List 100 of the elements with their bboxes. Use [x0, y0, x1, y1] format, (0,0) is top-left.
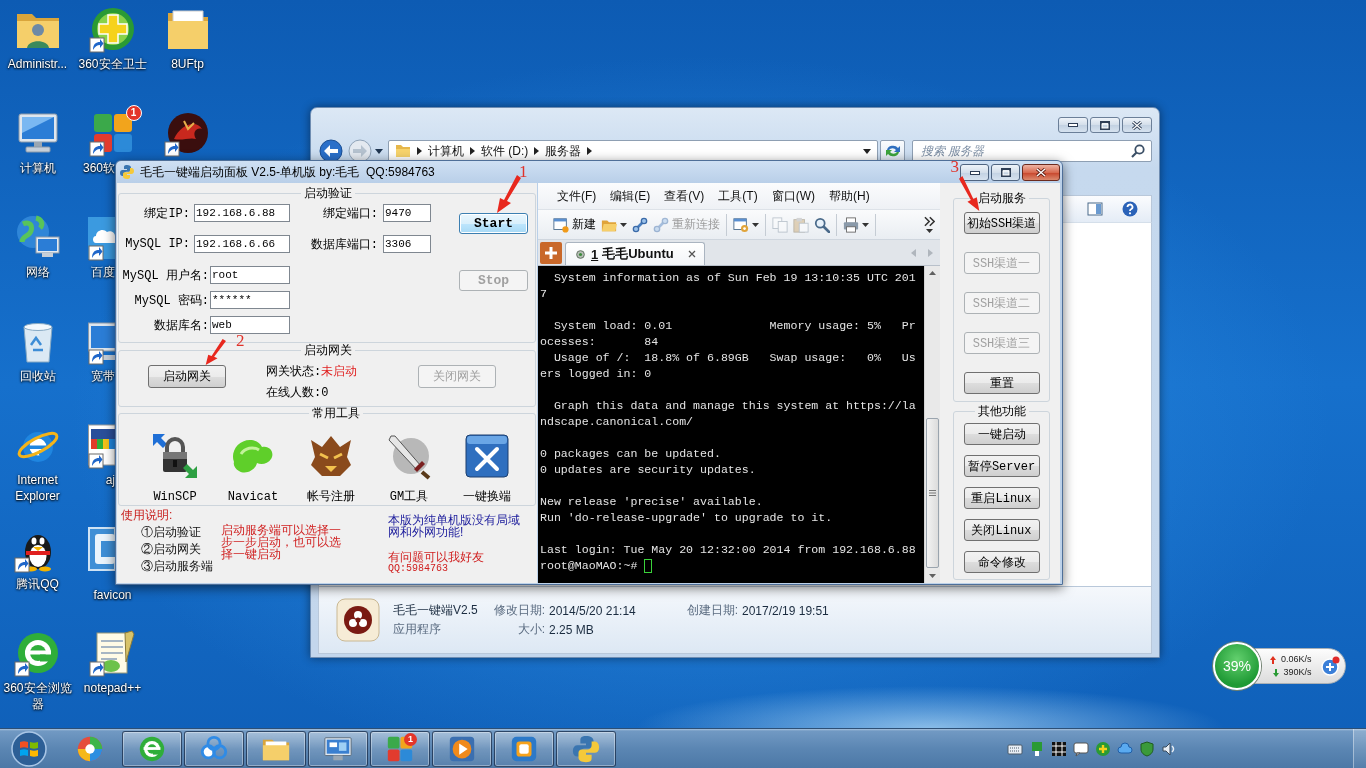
annotation-number: 2	[236, 332, 245, 349]
grid-icon[interactable]	[1051, 740, 1067, 757]
breadcrumb-item[interactable]: 软件 (D:)	[481, 142, 529, 160]
desktop-icon-label[interactable]: 360安全浏览器	[0, 680, 75, 712]
refresh-icon	[884, 144, 901, 158]
text-field[interactable]: 9470	[383, 204, 431, 222]
menu-item[interactable]: 编辑(E)	[610, 187, 651, 205]
caret-down-icon[interactable]	[375, 148, 383, 154]
cloud-icon[interactable]	[1117, 740, 1133, 757]
help-icon[interactable]	[1122, 201, 1138, 217]
plus-circle-icon[interactable]	[1319, 656, 1340, 676]
chevron-right-icon[interactable]	[470, 147, 475, 155]
panel-button[interactable]: 关闭Linux	[963, 519, 1040, 541]
minimize-button[interactable]	[960, 164, 989, 181]
taskbar-button[interactable]: 1	[370, 730, 430, 767]
minimize-button[interactable]	[1058, 117, 1088, 133]
text-field[interactable]: ******	[210, 291, 290, 309]
text-field[interactable]: 3306	[383, 235, 431, 253]
new-session-button[interactable]: 新建	[551, 212, 598, 237]
plus-ring-icon[interactable]	[88, 5, 137, 53]
desktop-icon-label[interactable]: 回收站	[19, 368, 56, 384]
terminal-line: System information as of Sun Feb 19 13:10:35 UTC 201	[552, 270, 916, 286]
desktop-icon-label[interactable]: 网络	[25, 264, 50, 280]
desktop-icon-label[interactable]: 360软	[75, 160, 115, 176]
taskbar-button[interactable]	[432, 730, 492, 767]
picture-frame-icon[interactable]	[88, 525, 115, 573]
menu-item[interactable]: 工具(T)	[718, 187, 758, 205]
desktop-icon-label[interactable]: aj	[75, 472, 115, 488]
desktop-icon-label[interactable]: Administr...	[7, 56, 68, 72]
panel-button[interactable]: 重启Linux	[963, 487, 1040, 509]
desktop-icon-label[interactable]: 宽带	[75, 368, 115, 384]
scrollbar-track[interactable]	[924, 266, 940, 583]
maximize-button[interactable]	[1090, 117, 1120, 133]
panel-button[interactable]: 重置	[963, 372, 1040, 394]
file-name: 毛毛一键端V2.5	[393, 602, 479, 619]
caret-down-icon[interactable]	[863, 148, 871, 154]
desktop-icon-label[interactable]: 360安全卫士	[78, 56, 147, 72]
desktop-icon-label[interactable]: 腾讯QQ	[16, 576, 59, 592]
taskbar-button[interactable]	[308, 730, 368, 767]
preview-pane-icon[interactable]	[1087, 201, 1103, 217]
panel-button[interactable]: 初始SSH渠道	[963, 212, 1040, 234]
tool-launcher[interactable]: 一键换端	[463, 432, 511, 504]
cursor-icon	[644, 559, 653, 573]
scrollbar-thumb[interactable]	[926, 418, 939, 568]
desktop-icon-label[interactable]: favicon	[93, 587, 132, 603]
tool-launcher[interactable]: Navicat	[227, 432, 279, 504]
plug-icon[interactable]	[1029, 740, 1045, 757]
plus-circle-icon[interactable]	[1095, 740, 1111, 757]
refresh-button[interactable]	[880, 140, 905, 162]
field-label: 绑定IP:	[143, 205, 190, 222]
address-bar[interactable]: 计算机 软件 (D:) 服务器	[388, 140, 878, 162]
close-icon[interactable]	[687, 250, 696, 258]
text-field[interactable]: root	[210, 266, 290, 284]
text-field[interactable]: 192.168.6.88	[194, 204, 290, 222]
chevron-right-icon[interactable]	[587, 147, 593, 155]
close-button[interactable]	[1022, 164, 1060, 181]
desktop-icon-label[interactable]: notepad++	[83, 680, 142, 696]
arrow-down-icon	[1272, 668, 1279, 677]
chevron-right-icon[interactable]	[534, 147, 540, 155]
breadcrumb-item[interactable]: 服务器	[545, 142, 582, 160]
desktop-icon-label[interactable]: 计算机	[19, 160, 56, 176]
desktop-icon-label[interactable]: 百度	[75, 264, 115, 280]
chevron-right-icon[interactable]	[417, 147, 422, 155]
maximize-button[interactable]	[991, 164, 1020, 181]
taskbar-button[interactable]	[122, 730, 182, 767]
text-field[interactable]: web	[210, 316, 290, 334]
image-file-icon[interactable]	[88, 421, 115, 469]
panel-button[interactable]: 一键启动	[963, 423, 1040, 445]
snakes-icon	[571, 733, 601, 764]
breadcrumb-item[interactable]: 计算机	[428, 142, 464, 160]
menu-item[interactable]: 文件(F)	[557, 187, 597, 205]
close-button[interactable]	[1122, 117, 1152, 133]
panel-button[interactable]: 命令修改	[963, 551, 1040, 573]
tool-launcher[interactable]: 帐号注册	[307, 432, 355, 504]
taskbar-button[interactable]	[184, 730, 244, 767]
new-tab-button[interactable]	[540, 242, 562, 264]
chat-icon[interactable]	[1073, 740, 1089, 757]
menu-item[interactable]: 查看(V)	[664, 187, 705, 205]
tool-launcher[interactable]: WinSCP	[151, 432, 199, 504]
notepad-icon[interactable]	[88, 629, 137, 677]
maximize-icon	[1000, 168, 1011, 177]
tool-launcher[interactable]: GM工具	[385, 432, 433, 504]
start-gateway-button[interactable]: 启动网关	[148, 365, 226, 388]
desktop-icon-label[interactable]: Internet Explorer	[0, 472, 75, 504]
notification-badge: 1	[404, 732, 417, 746]
text-field[interactable]: 192.168.6.66	[194, 235, 290, 253]
taskbar-button[interactable]	[494, 730, 554, 767]
menu-item[interactable]: 窗口(W)	[771, 187, 815, 205]
panel-button[interactable]: 暂停Server	[963, 455, 1040, 477]
search-field[interactable]: 搜索 服务器	[912, 140, 1152, 162]
menu-item[interactable]: 帮助(H)	[829, 187, 870, 205]
taskbar-button[interactable]	[556, 730, 616, 767]
printer-icon	[843, 216, 859, 233]
desktop-icon-label[interactable]: 8UFtp	[171, 56, 204, 72]
speaker-icon[interactable]	[1161, 740, 1177, 757]
search-icon[interactable]	[1131, 144, 1145, 158]
session-tab[interactable]: 1 毛毛Ubuntu	[565, 242, 705, 265]
plus-tile-icon	[540, 242, 562, 264]
taskbar-button[interactable]	[246, 730, 306, 767]
start-button[interactable]: Start	[459, 213, 528, 234]
